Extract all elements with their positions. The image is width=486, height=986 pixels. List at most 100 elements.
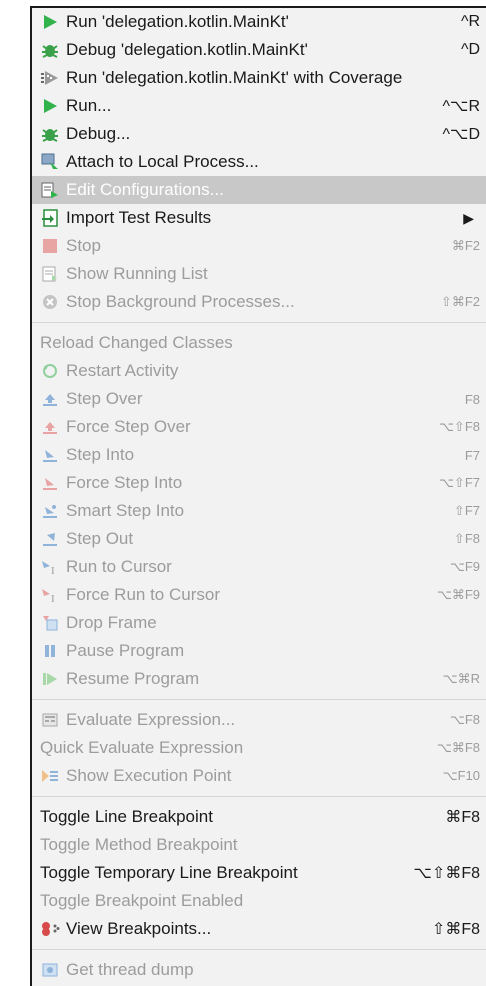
menu-item-label: Step Into — [66, 445, 135, 464]
menu-item-label: Reload Changed Classes — [40, 333, 233, 352]
menu-item-label: Import Test Results — [66, 208, 212, 227]
debug-icon — [40, 40, 60, 60]
menu-item-label: Smart Step Into — [66, 501, 185, 520]
menu-item-quick-evaluate[interactable]: Quick Evaluate Expression ⌥⌘F8 — [32, 734, 486, 762]
menu-item-run-main[interactable]: Run 'delegation.kotlin.MainKt' ^R — [32, 8, 486, 36]
force-step-into-icon — [40, 473, 60, 493]
menu-item-resume-program[interactable]: Resume Program ⌥⌘R — [32, 665, 486, 693]
evaluate-icon — [40, 710, 60, 730]
menu-item-label: Stop Background Processes... — [66, 292, 295, 311]
menu-item-label: Evaluate Expression... — [66, 710, 236, 729]
menu-item-label: View Breakpoints... — [66, 919, 212, 938]
menu-item-run-to-cursor[interactable]: I Run to Cursor ⌥F9 — [32, 553, 486, 581]
menu-item-attach-process[interactable]: Attach to Local Process... — [32, 148, 486, 176]
breakpoints-icon — [40, 919, 60, 939]
edit-config-icon — [40, 180, 60, 200]
menu-item-show-execution-point[interactable]: Show Execution Point ⌥F10 — [32, 762, 486, 790]
menu-item-edit-configurations[interactable]: Edit Configurations... — [32, 176, 486, 204]
menu-item-shortcut: ⌥⇧⌘F8 — [413, 865, 480, 882]
menu-item-stop[interactable]: Stop ⌘F2 — [32, 232, 486, 260]
menu-item-stop-background[interactable]: Stop Background Processes... ⇧⌘F2 — [32, 288, 486, 316]
menu-item-step-over[interactable]: Step Over F8 — [32, 385, 486, 413]
menu-item-label: Run 'delegation.kotlin.MainKt' — [66, 12, 289, 31]
menu-item-show-running-list[interactable]: Show Running List — [32, 260, 486, 288]
menu-item-label: Toggle Temporary Line Breakpoint — [40, 863, 298, 882]
menu-item-label: Toggle Method Breakpoint — [40, 835, 238, 854]
menu-item-shortcut: ⌥F10 — [442, 768, 480, 783]
menu-item-shortcut: ⌥⇧F7 — [438, 475, 480, 490]
svg-text:I: I — [51, 593, 55, 603]
menu-item-toggle-temp-breakpoint[interactable]: Toggle Temporary Line Breakpoint ⌥⇧⌘F8 — [32, 859, 486, 887]
resume-icon — [40, 669, 60, 689]
menu-item-debug-main[interactable]: Debug 'delegation.kotlin.MainKt' ^D — [32, 36, 486, 64]
menu-item-get-thread-dump[interactable]: Get thread dump — [32, 956, 486, 984]
menu-item-force-run-to-cursor[interactable]: I Force Run to Cursor ⌥⌘F9 — [32, 581, 486, 609]
menu-item-shortcut: ⇧⌘F8 — [431, 921, 480, 938]
menu-item-run-coverage[interactable]: Run 'delegation.kotlin.MainKt' with Cove… — [32, 64, 486, 92]
import-icon — [40, 208, 60, 228]
menu-item-force-step-over[interactable]: Force Step Over ⌥⇧F8 — [32, 413, 486, 441]
menu-item-shortcut: ⌘F8 — [445, 809, 480, 826]
menu-item-label: Force Run to Cursor — [66, 585, 220, 604]
menu-item-label: Pause Program — [66, 641, 185, 660]
run-icon — [40, 12, 60, 32]
menu-item-label: Force Step Into — [66, 473, 183, 492]
menu-item-evaluate-expression[interactable]: Evaluate Expression... ⌥F8 — [32, 706, 486, 734]
menu-item-label: Resume Program — [66, 669, 200, 688]
menu-item-label: Force Step Over — [66, 417, 191, 436]
step-into-icon — [40, 445, 60, 465]
list-icon — [40, 264, 60, 284]
menu-separator — [32, 796, 486, 797]
menu-item-shortcut: ⌥⌘F8 — [436, 740, 480, 755]
menu-item-shortcut: ⌥F9 — [449, 559, 480, 574]
menu-item-label: Quick Evaluate Expression — [40, 738, 244, 757]
menu-item-shortcut: ⇧F8 — [453, 531, 480, 546]
menu-item-run-dialog[interactable]: Run... ^⌥R — [32, 92, 486, 120]
menu-item-label: Run... — [66, 96, 112, 115]
menu-item-step-out[interactable]: Step Out ⇧F8 — [32, 525, 486, 553]
menu-item-force-step-into[interactable]: Force Step Into ⌥⇧F7 — [32, 469, 486, 497]
menu-item-reload-classes[interactable]: Reload Changed Classes — [32, 329, 486, 357]
menu-item-toggle-method-breakpoint[interactable]: Toggle Method Breakpoint — [32, 831, 486, 859]
menu-item-toggle-breakpoint-enabled[interactable]: Toggle Breakpoint Enabled — [32, 887, 486, 915]
menu-item-shortcut: ^⌥R — [442, 98, 481, 115]
menu-item-shortcut: ⌥⌘F9 — [436, 587, 480, 602]
menu-item-label: Attach to Local Process... — [66, 152, 259, 171]
run-icon — [40, 96, 60, 116]
menu-item-label: Toggle Breakpoint Enabled — [40, 891, 244, 910]
menu-item-toggle-line-breakpoint[interactable]: Toggle Line Breakpoint ⌘F8 — [32, 803, 486, 831]
menu-item-label: Toggle Line Breakpoint — [40, 807, 213, 826]
menu-item-step-into[interactable]: Step Into F7 — [32, 441, 486, 469]
menu-item-shortcut: ⌥⌘R — [442, 671, 480, 686]
run-to-cursor-icon: I — [40, 557, 60, 577]
menu-item-label: Step Out — [66, 529, 134, 548]
menu-item-import-test-results[interactable]: Import Test Results ▶ — [32, 204, 486, 232]
stop-icon — [40, 236, 60, 256]
menu-separator — [32, 699, 486, 700]
menu-item-label: Run 'delegation.kotlin.MainKt' with Cove… — [66, 68, 403, 87]
menu-item-debug-dialog[interactable]: Debug... ^⌥D — [32, 120, 486, 148]
step-over-icon — [40, 389, 60, 409]
menu-item-pause-program[interactable]: Pause Program — [32, 637, 486, 665]
thread-dump-icon — [40, 960, 60, 980]
menu-item-label: Show Running List — [66, 264, 208, 283]
menu-item-view-breakpoints[interactable]: View Breakpoints... ⇧⌘F8 — [32, 915, 486, 943]
menu-item-label: Debug 'delegation.kotlin.MainKt' — [66, 40, 308, 59]
menu-item-drop-frame[interactable]: Drop Frame — [32, 609, 486, 637]
menu-item-shortcut: ⇧F7 — [453, 503, 480, 518]
menu-item-label: Step Over — [66, 389, 143, 408]
drop-frame-icon — [40, 613, 60, 633]
menu-item-shortcut: F7 — [464, 447, 480, 463]
menu-item-shortcut: ⌘F2 — [451, 238, 480, 253]
restart-icon — [40, 361, 60, 381]
menu-item-smart-step-into[interactable]: Smart Step Into ⇧F7 — [32, 497, 486, 525]
svg-text:I: I — [51, 565, 55, 575]
menu-item-shortcut: ^R — [460, 13, 480, 30]
menu-item-label: Edit Configurations... — [66, 180, 224, 199]
stop-bg-icon — [40, 292, 60, 312]
menu-item-shortcut: ^D — [460, 41, 480, 58]
force-step-over-icon — [40, 417, 60, 437]
menu-item-restart-activity[interactable]: Restart Activity — [32, 357, 486, 385]
menu-item-shortcut: F8 — [464, 391, 480, 407]
menu-item-label: Get thread dump — [66, 960, 194, 979]
